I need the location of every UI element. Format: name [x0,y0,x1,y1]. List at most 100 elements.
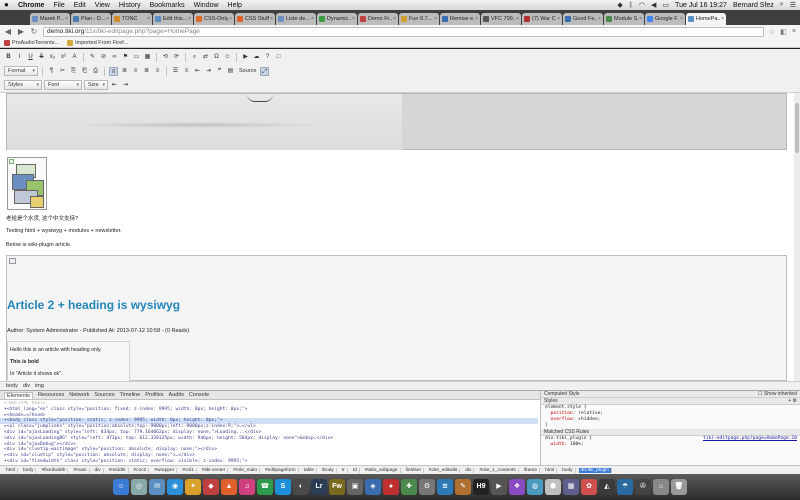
cloud-icon[interactable]: ☁ [252,53,261,62]
dock-app-icon[interactable]: S [275,479,291,495]
tab-close-icon[interactable]: × [721,16,724,22]
text-color-icon[interactable]: A [70,53,79,62]
undo-icon[interactable]: ⟲ [161,53,170,62]
dock-app-icon[interactable]: Fw [329,479,345,495]
dock-app-icon[interactable]: ☺ [113,479,129,495]
list-unordered-icon[interactable]: ☰ [171,67,180,76]
bold-icon[interactable]: B [4,53,13,62]
dock-app-icon[interactable]: ▶ [491,479,507,495]
indent-icon[interactable]: ⇥ [204,67,213,76]
devtools-tab-sources[interactable]: Sources [94,392,114,398]
browser-tab[interactable]: Good Fe... × [563,13,603,25]
replace-icon[interactable]: ⇄ [201,53,210,62]
notifications-icon[interactable]: ☰ [790,1,796,9]
dock-app-icon[interactable]: ▲ [221,479,237,495]
list-ordered-icon[interactable]: ≡ [153,67,162,76]
find-icon[interactable]: ⌕ [190,53,199,62]
tab-close-icon[interactable]: × [188,16,191,22]
superscript-icon[interactable]: x² [59,53,68,62]
dock-app-icon[interactable]: ▦ [563,479,579,495]
browser-tab[interactable]: Plan - D... × [71,13,111,25]
menu-bookmarks[interactable]: Bookmarks [150,2,185,9]
browser-tab[interactable]: Liste de... × [276,13,316,25]
tab-close-icon[interactable]: × [516,16,519,22]
user-name[interactable]: Bernard Sfez [733,2,774,9]
tab-close-icon[interactable]: × [557,16,560,22]
justify-icon[interactable]: ≣ [142,67,151,76]
dom-crumb[interactable]: table [302,468,318,473]
tab-close-icon[interactable]: × [475,16,478,22]
tab-close-icon[interactable]: × [147,16,150,22]
dom-crumb[interactable]: #wrapper [152,468,178,473]
dock-app-icon[interactable]: ◆ [203,479,219,495]
tab-close-icon[interactable]: × [598,16,601,22]
align-center-icon[interactable]: ≣ [120,67,129,76]
dock-app-icon[interactable]: ⬢ [545,479,561,495]
menu-view[interactable]: View [95,2,110,9]
browser-tab[interactable]: Remise e...× [440,13,480,25]
dom-tree[interactable]: <!DOCTYPE html> ▾<html lang="en" class st… [0,401,538,465]
browser-tab[interactable]: CSS Stuff...× [235,13,275,25]
box-icon[interactable]: □ [274,53,283,62]
tab-close-icon[interactable]: × [106,16,109,22]
indent-left-icon[interactable]: ⇤ [110,81,119,90]
format-select[interactable]: Format ▾ [4,66,38,76]
dock-app-icon[interactable]: ⚙ [419,479,435,495]
dock-app-icon[interactable]: ✿ [581,479,597,495]
dom-crumb[interactable]: #fixedwidth [39,468,69,473]
browser-tab[interactable]: (7) War C...× [522,13,562,25]
dock-app-icon[interactable]: ❖ [509,479,525,495]
dom-crumb[interactable]: #c1c2 [132,468,150,473]
redo-icon[interactable]: ⟳ [172,53,181,62]
matched-source-link[interactable]: tiki-editpage.php?page=HomePage:10 [703,436,800,442]
dock-app-icon[interactable]: ● [383,479,399,495]
dom-crumb[interactable]: tr [340,468,348,473]
paste-icon[interactable]: ⎗ [80,67,89,76]
tab-close-icon[interactable]: × [270,16,273,22]
bookmark-star-icon[interactable]: ☆ [769,28,775,36]
add-rule-icon[interactable]: + ⚙ [788,398,800,404]
help-icon[interactable]: ? [263,53,272,62]
dock-app-icon[interactable]: ◈ [365,479,381,495]
dom-crumb[interactable]: #editpageform [263,468,299,473]
browser-tab[interactable]: Fun 8.7... × [399,13,439,25]
clock[interactable]: Tue Jul 16 19:27 [675,2,727,9]
dock-app-icon[interactable]: ✉ [149,479,165,495]
styles-select[interactable]: Styles ▾ [4,80,42,90]
dropbox-icon[interactable]: ◆ [617,1,622,9]
devtools-tab-resources[interactable]: Resources [38,392,64,398]
underline-icon[interactable]: U [26,53,35,62]
dom-crumb[interactable]: td [351,468,360,473]
show-inherited-checkbox[interactable]: ☐ Show inherited [758,391,800,397]
dom-crumb[interactable]: iframe [522,468,541,473]
dom-crumb[interactable]: div.tiki_plugin [578,468,612,473]
forward-icon[interactable]: ▶ [17,27,25,36]
path-item[interactable]: img [35,383,44,389]
devtools-tab-elements[interactable]: Elements [4,391,33,399]
computed-style-header[interactable]: Computed Style ☐ Show inherited [541,391,800,398]
dock-app-icon[interactable]: ✎ [455,479,471,495]
paste-text-icon[interactable]: ⎙ [91,67,100,76]
tab-close-icon[interactable]: × [393,16,396,22]
tab-close-icon[interactable]: × [434,16,437,22]
maximize-icon[interactable]: ⤢ [260,66,270,76]
dock-app-icon[interactable]: ✦ [185,479,201,495]
article-plugin[interactable]: Article 2 + heading is wysiwyg Author: S… [6,255,787,381]
spotlight-icon[interactable]: ⌕ [780,1,784,9]
menu-app[interactable]: Chrome [18,2,44,9]
dock-app-icon[interactable]: ⌂ [653,479,669,495]
browser-tab[interactable]: VFC 700... × [481,13,521,25]
dom-crumb[interactable]: body [21,468,37,473]
dom-crumb[interactable]: div [463,468,475,473]
image-thumbnail[interactable] [7,157,47,210]
browser-tab[interactable]: Dynamic... × [317,13,357,25]
styles-header[interactable]: Styles + ⚙ [541,398,800,405]
dom-crumb[interactable]: tbody [320,468,337,473]
special-char-icon[interactable]: Ω [212,53,221,62]
tab-close-icon[interactable]: × [639,16,642,22]
dom-crumb[interactable]: #middle [107,468,129,473]
dock-app-icon[interactable]: ◭ [599,479,615,495]
browser-tab[interactable]: TONC × [112,13,152,25]
apple-icon[interactable]: ● [4,1,12,9]
dom-crumb[interactable]: #tiki-center [200,468,229,473]
